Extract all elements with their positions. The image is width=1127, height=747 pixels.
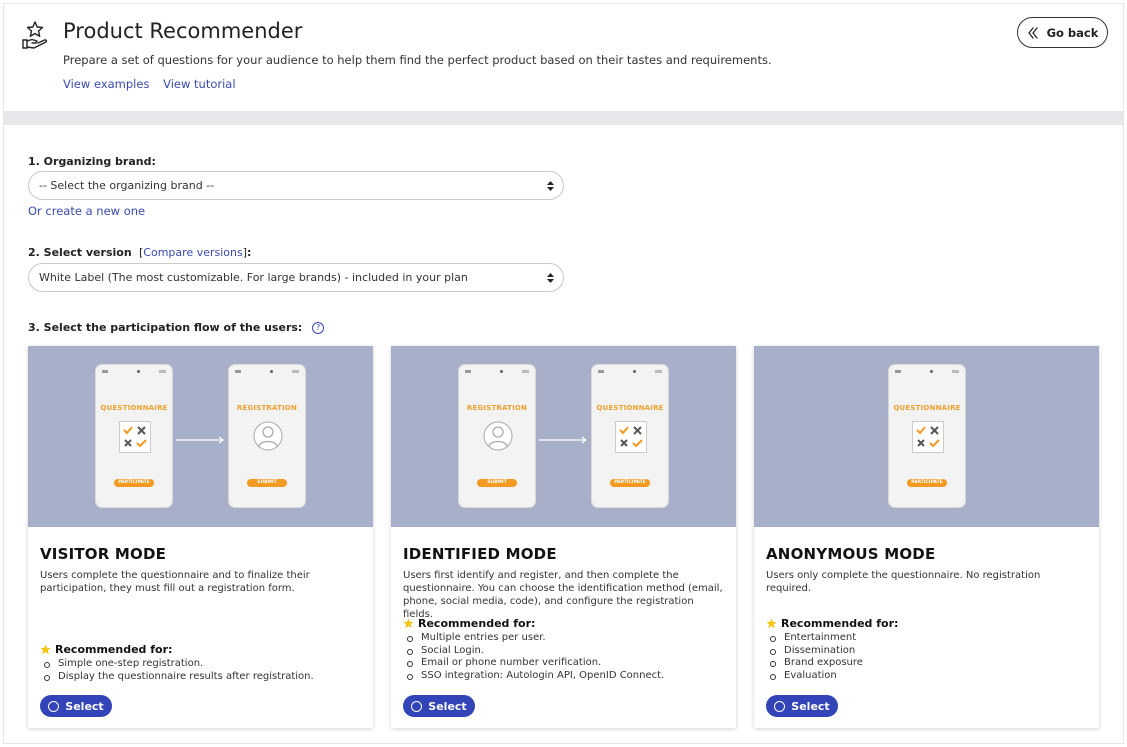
view-tutorial-link[interactable]: View tutorial (163, 77, 235, 91)
avatar-icon (253, 421, 283, 451)
mode-description: Users complete the questionnaire and to … (40, 570, 310, 594)
recommended-list: Entertainment Dissemination Brand exposu… (770, 632, 863, 683)
mode-title: VISITOR MODE (40, 545, 167, 563)
select-label: Select (428, 699, 467, 713)
flow-label-text: 3. Select the participation flow of the … (28, 321, 303, 334)
mode-description: Users only complete the questionnaire. N… (766, 570, 1041, 594)
list-item: SSO integration: Autologin API, OpenID C… (407, 670, 664, 683)
phone-registration: REGISTRATION SUBMIT (458, 364, 536, 508)
page-header: Product Recommender Prepare a set of que… (4, 4, 1123, 111)
page-title: Product Recommender (63, 19, 303, 43)
select-anonymous-mode-button[interactable]: Select (766, 695, 838, 717)
checklist-icon (119, 421, 151, 453)
avatar-icon (483, 421, 513, 451)
phone-title: QUESTIONNAIRE (100, 404, 168, 412)
select-label: Select (791, 699, 830, 713)
phone-button: PARTICIPATE (610, 479, 650, 487)
recommended-label: Recommended for: (55, 643, 173, 656)
create-brand-link[interactable]: Or create a new one (28, 204, 145, 218)
mode-title: IDENTIFIED MODE (403, 545, 557, 563)
double-chevron-left-icon (1027, 26, 1038, 39)
view-examples-link[interactable]: View examples (63, 77, 149, 91)
phone-button: PARTICIPATE (114, 479, 154, 487)
star-icon (403, 618, 414, 629)
phone-title: QUESTIONNAIRE (893, 404, 961, 412)
recommended-heading: Recommended for: (766, 617, 898, 630)
phone-questionnaire: QUESTIONNAIRE PARTICIPATE (888, 364, 966, 508)
select-label: Select (65, 699, 104, 713)
go-back-label: Go back (1046, 25, 1099, 40)
select-caret-icon (547, 273, 554, 283)
recommended-list: Simple one-step registration. Display th… (44, 658, 314, 683)
anonymous-mode-illustration: QUESTIONNAIRE PARTICIPATE (754, 346, 1099, 527)
list-item: Email or phone number verification. (407, 657, 664, 670)
identified-mode-illustration: REGISTRATION SUBMIT QUESTIONNAIRE PARTIC… (391, 346, 736, 527)
star-icon (40, 644, 51, 655)
phone-button: SUBMIT (477, 479, 517, 487)
list-item: Display the questionnaire results after … (44, 671, 314, 684)
radio-icon (774, 700, 786, 712)
list-item: Simple one-step registration. (44, 658, 314, 671)
version-label-text: 2. Select version (28, 246, 132, 259)
phone-registration: REGISTRATION SUBMIT (228, 364, 306, 508)
checklist-icon (912, 421, 944, 453)
list-item: Entertainment (770, 632, 863, 645)
recommended-list: Multiple entries per user. Social Login.… (407, 632, 664, 683)
compare-versions-link[interactable]: Compare versions (143, 246, 242, 259)
header-links: View examples View tutorial (63, 77, 246, 91)
phone-questionnaire: QUESTIONNAIRE PARTICIPATE (591, 364, 669, 508)
version-select-value: White Label (The most customizable. For … (39, 271, 468, 284)
phone-title: QUESTIONNAIRE (596, 404, 664, 412)
recommended-heading: Recommended for: (40, 643, 172, 656)
phone-title: REGISTRATION (466, 404, 528, 412)
brand-select[interactable]: -- Select the organizing brand -- (28, 171, 564, 200)
page-subtitle: Prepare a set of questions for your audi… (63, 53, 772, 67)
phone-title: REGISTRATION (236, 404, 298, 412)
arrow-right-icon (176, 436, 224, 444)
hand-star-icon (22, 21, 48, 49)
version-label: 2. Select version [Compare versions]: (28, 246, 252, 259)
list-item: Dissemination (770, 645, 863, 658)
list-item: Social Login. (407, 645, 664, 658)
select-caret-icon (547, 181, 554, 191)
select-visitor-mode-button[interactable]: Select (40, 695, 112, 717)
mode-cards: QUESTIONNAIRE PARTICIPATE REGISTRATION S… (28, 346, 1100, 728)
list-item: Evaluation (770, 670, 863, 683)
section-divider (4, 111, 1123, 125)
list-item: Brand exposure (770, 657, 863, 670)
recommended-label: Recommended for: (781, 617, 899, 630)
phone-button: PARTICIPATE (907, 479, 947, 487)
mode-title: ANONYMOUS MODE (766, 545, 936, 563)
visitor-mode-card[interactable]: QUESTIONNAIRE PARTICIPATE REGISTRATION S… (28, 346, 373, 728)
identified-mode-card[interactable]: REGISTRATION SUBMIT QUESTIONNAIRE PARTIC… (391, 346, 736, 728)
brand-select-value: -- Select the organizing brand -- (39, 179, 215, 192)
mode-description: Users first identify and register, and t… (403, 570, 723, 620)
phone-questionnaire: QUESTIONNAIRE PARTICIPATE (95, 364, 173, 508)
go-back-button[interactable]: Go back (1017, 17, 1108, 48)
recommended-heading: Recommended for: (403, 617, 535, 630)
brand-label: 1. Organizing brand: (28, 155, 156, 168)
star-icon (766, 618, 777, 629)
phone-button: SUBMIT (247, 479, 287, 487)
checklist-icon (615, 421, 647, 453)
recommended-label: Recommended for: (418, 617, 536, 630)
radio-icon (48, 700, 60, 712)
anonymous-mode-card[interactable]: QUESTIONNAIRE PARTICIPATE ANONYMOUS MODE… (754, 346, 1099, 728)
list-item: Multiple entries per user. (407, 632, 664, 645)
version-select[interactable]: White Label (The most customizable. For … (28, 263, 564, 292)
select-identified-mode-button[interactable]: Select (403, 695, 475, 717)
radio-icon (411, 700, 423, 712)
help-icon[interactable]: ? (312, 322, 325, 334)
visitor-mode-illustration: QUESTIONNAIRE PARTICIPATE REGISTRATION S… (28, 346, 373, 527)
flow-label: 3. Select the participation flow of the … (28, 321, 325, 334)
page-frame: Product Recommender Prepare a set of que… (3, 3, 1124, 744)
arrow-right-icon (539, 436, 587, 444)
